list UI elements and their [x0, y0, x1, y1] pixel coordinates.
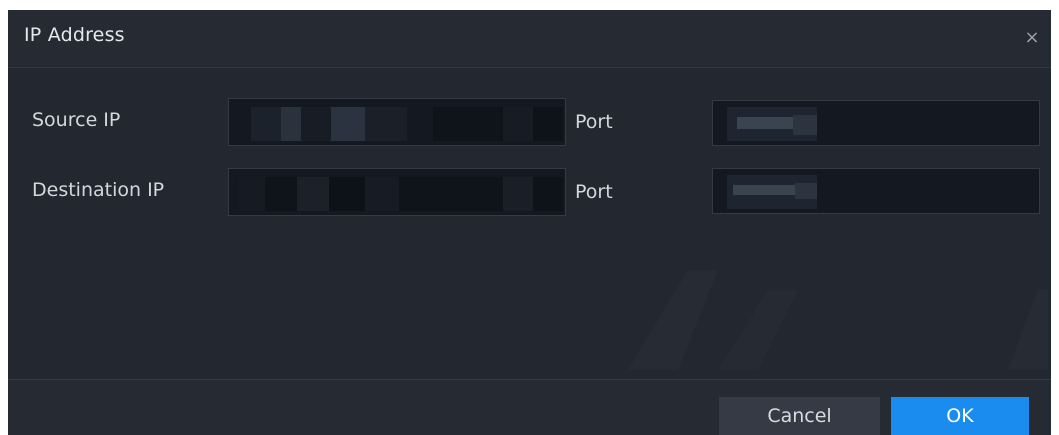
dialog-titlebar: IP Address ×	[8, 10, 1051, 68]
source-port-label: Port	[575, 111, 613, 133]
background-watermark	[628, 270, 1048, 370]
destination-port-value-obscured	[713, 169, 1039, 213]
source-ip-input[interactable]	[228, 98, 566, 146]
source-port-value-obscured	[713, 101, 1039, 145]
close-icon[interactable]: ×	[1021, 27, 1043, 49]
source-ip-label: Source IP	[32, 109, 121, 131]
destination-ip-value-obscured	[229, 169, 565, 215]
dialog-footer: Cancel OK	[8, 379, 1051, 435]
destination-ip-input[interactable]	[228, 168, 566, 216]
destination-ip-label: Destination IP	[32, 179, 165, 201]
ok-button[interactable]: OK	[891, 397, 1029, 435]
source-port-input[interactable]	[712, 100, 1040, 146]
source-ip-value-obscured	[229, 99, 565, 145]
destination-port-input[interactable]	[712, 168, 1040, 214]
cancel-button[interactable]: Cancel	[719, 397, 880, 435]
dialog-title: IP Address	[24, 24, 125, 46]
destination-port-label: Port	[575, 181, 613, 203]
ip-address-dialog: IP Address × Source IP Port Destination …	[8, 10, 1051, 435]
